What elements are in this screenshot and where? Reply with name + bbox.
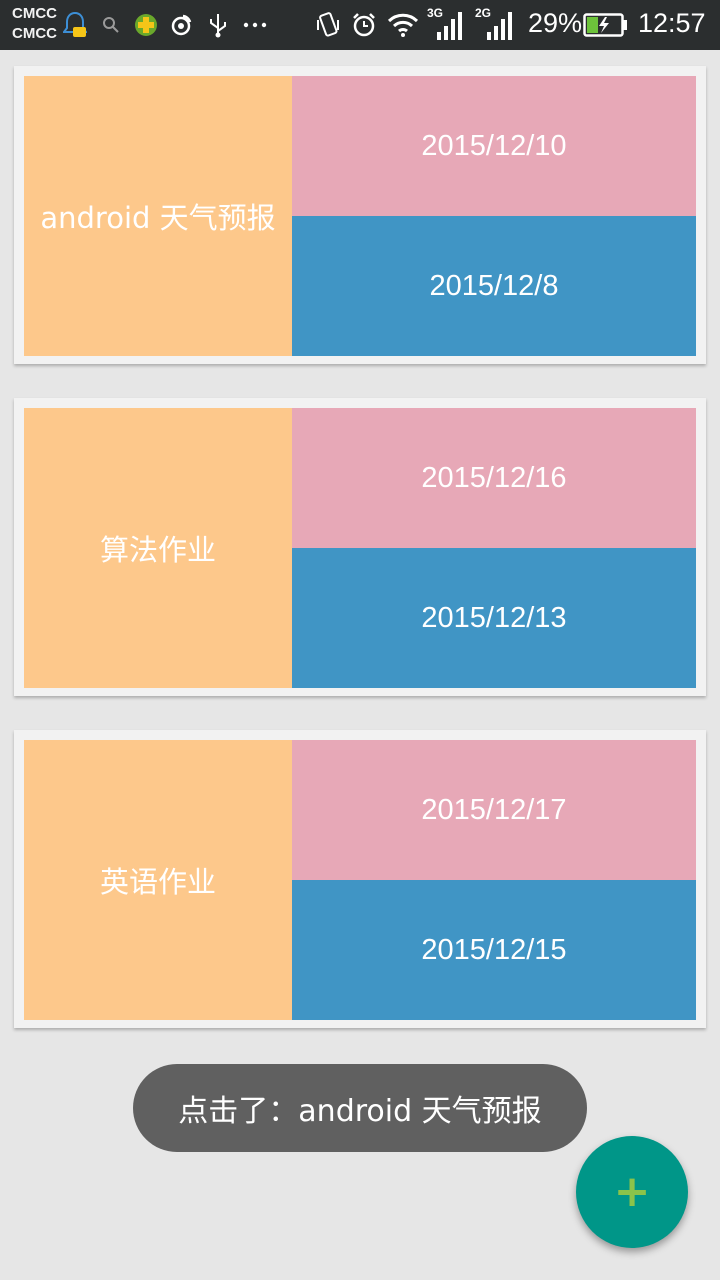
task-date-bottom[interactable]: 2015/12/13 xyxy=(292,548,696,688)
task-title[interactable]: 算法作业 xyxy=(24,408,292,688)
battery-percent: 29% xyxy=(528,8,583,38)
carrier-labels: CMCC CMCC xyxy=(12,4,57,44)
task-date-top[interactable]: 2015/12/10 xyxy=(292,76,696,216)
status-bar: CMCC CMCC 3G 2G 29% 12:57 xyxy=(0,0,720,50)
more-icon xyxy=(242,10,268,40)
alarm-icon xyxy=(350,10,378,40)
vibrate-icon xyxy=(314,10,342,40)
weibo-icon xyxy=(168,10,194,40)
network-2-label: 2G xyxy=(475,6,492,20)
plus-app-icon xyxy=(133,10,159,40)
signal-3g-icon: 3G xyxy=(426,6,466,42)
add-task-button[interactable]: + xyxy=(576,1136,688,1248)
usb-icon xyxy=(206,10,230,40)
task-card[interactable]: android 天气预报 2015/12/10 2015/12/8 xyxy=(14,66,706,364)
toast-text: 点击了：android 天气预报 xyxy=(178,1094,542,1129)
carrier-2: CMCC xyxy=(12,25,57,42)
plus-icon: + xyxy=(613,1166,651,1217)
task-card[interactable]: 算法作业 2015/12/16 2015/12/13 xyxy=(14,398,706,696)
task-date-bottom[interactable]: 2015/12/15 xyxy=(292,880,696,1020)
network-1-label: 3G xyxy=(427,6,444,20)
task-date-top[interactable]: 2015/12/17 xyxy=(292,740,696,880)
clock: 12:57 xyxy=(638,8,706,38)
task-date-top[interactable]: 2015/12/16 xyxy=(292,408,696,548)
wifi-icon xyxy=(386,10,420,40)
task-title[interactable]: 英语作业 xyxy=(24,740,292,1020)
qq-icon xyxy=(62,10,88,40)
carrier-1: CMCC xyxy=(12,5,57,22)
toast-message: 点击了：android 天气预报 xyxy=(133,1064,587,1152)
battery-charging-icon xyxy=(582,10,630,40)
task-date-bottom[interactable]: 2015/12/8 xyxy=(292,216,696,356)
search-icon xyxy=(100,10,122,40)
task-title[interactable]: android 天气预报 xyxy=(24,76,292,356)
task-card[interactable]: 英语作业 2015/12/17 2015/12/15 xyxy=(14,730,706,1028)
signal-2g-icon: 2G xyxy=(474,6,516,42)
